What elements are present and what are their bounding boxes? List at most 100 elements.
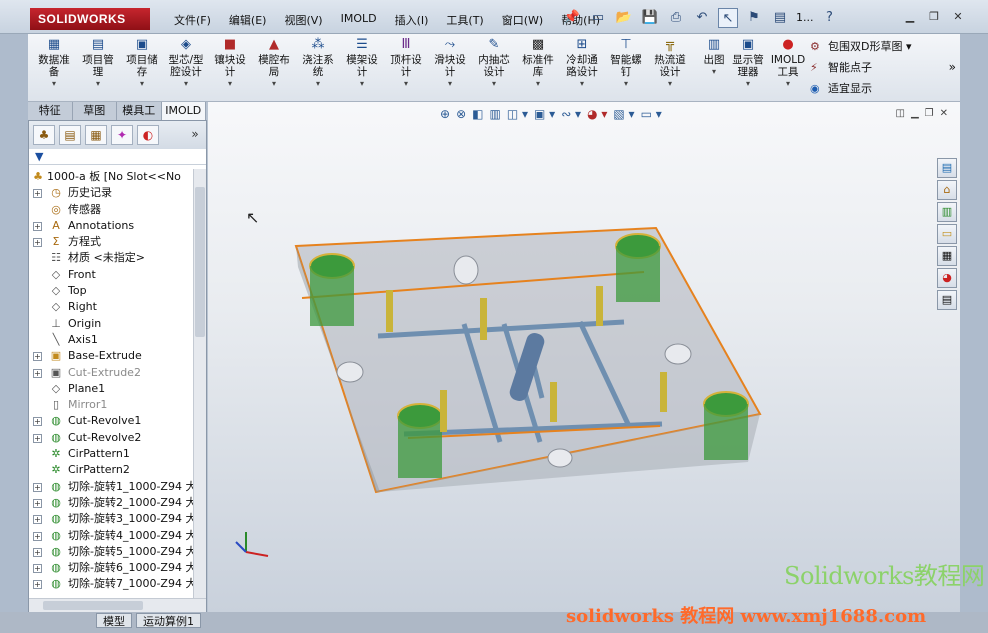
expand-toggle-icon[interactable]: + (33, 564, 42, 574)
expand-toggle-icon[interactable]: + (33, 189, 42, 199)
open-folder-icon[interactable]: 📂 (614, 8, 634, 28)
tree-item[interactable]: + ◍ 切除-旋转3_1000-Z94 大 (29, 511, 193, 527)
expand-toggle-icon[interactable]: + (33, 580, 42, 590)
tree-horizontal-scrollbar[interactable] (29, 598, 206, 612)
tree-item[interactable]: ⊥ Origin (29, 316, 193, 332)
menu-view[interactable]: 视图(V) (275, 12, 331, 28)
ribbon-hot-runner-button[interactable]: ╦ 热流道设计 ▾ (650, 37, 690, 90)
tree-item[interactable]: + ◍ 切除-旋转7_1000-Z94 大 (29, 576, 193, 592)
expand-toggle-icon[interactable]: + (33, 221, 42, 231)
expand-toggle-icon[interactable]: + (33, 515, 42, 525)
minimize-icon[interactable]: ▁ (902, 10, 918, 24)
new-document-icon[interactable]: ▭ (588, 8, 608, 28)
ribbon-display-manager-button[interactable]: ▣ 显示管理器 ▾ (728, 37, 768, 90)
library-icon[interactable]: ▥ (937, 202, 957, 222)
ribbon-smart-screw-button[interactable]: ⊤ 智能螺钉 ▾ (606, 37, 646, 90)
tree-item[interactable]: ◇ Front (29, 267, 193, 283)
ribbon-feed-system-button[interactable]: ⁂ 浇注系统 ▾ (298, 37, 338, 90)
tab-motion-study[interactable]: 运动算例1 (136, 613, 201, 628)
pin-icon[interactable]: 📌 (562, 8, 582, 28)
tree-item[interactable]: + ◍ 切除-旋转5_1000-Z94 大 (29, 544, 193, 560)
expand-toggle-icon[interactable]: + (33, 531, 42, 541)
expand-toggle-icon[interactable]: + (33, 238, 42, 248)
ribbon-imold-tools-button[interactable]: ● IMOLD工具 ▾ (768, 37, 808, 90)
menu-edit[interactable]: 编辑(E) (220, 12, 276, 28)
smart-point-command[interactable]: ⚡ 智能点子 (810, 57, 912, 78)
display-tab-icon[interactable]: ◐ (137, 125, 159, 145)
tree-vertical-scrollbar[interactable] (193, 169, 206, 599)
tab-sketch[interactable]: 草图 (73, 102, 117, 120)
tree-item[interactable]: + A Annotations (29, 218, 193, 234)
tree-item[interactable]: + ◍ 切除-旋转4_1000-Z94 大 (29, 528, 193, 544)
options-icon[interactable]: ▤ (770, 8, 790, 28)
solidworks-logo[interactable]: SOLIDWORKS (30, 8, 150, 30)
ribbon-mold-base-button[interactable]: ☰ 模架设计 ▾ (342, 37, 382, 90)
tree-item[interactable]: + ◍ 切除-旋转6_1000-Z94 大 (29, 560, 193, 576)
undo-icon[interactable]: ↶ (692, 8, 712, 28)
restore-icon[interactable]: ❐ (926, 10, 942, 24)
tree-item[interactable]: + ◍ Cut-Revolve2 (29, 430, 193, 446)
ribbon-slider-button[interactable]: ⤳ 滑块设计 ▾ (430, 37, 470, 90)
save-icon[interactable]: 💾 (640, 8, 660, 28)
tab-mold-tools[interactable]: 模具工具 (117, 102, 162, 134)
tree-item[interactable]: + ◍ 切除-旋转1_1000-Z94 大 (29, 479, 193, 495)
tree-item[interactable]: ◇ Right (29, 299, 193, 315)
tree-item[interactable]: ✲ CirPattern1 (29, 446, 193, 462)
tree-item[interactable]: ╲ Axis1 (29, 332, 193, 348)
property-tab-icon[interactable]: ▤ (59, 125, 81, 145)
expand-toggle-icon[interactable]: + (33, 368, 42, 378)
ribbon-standard-parts-button[interactable]: ▩ 标准件库 ▾ (518, 37, 558, 90)
ribbon-core-cavity-button[interactable]: ◈ 型芯/型腔设计 ▾ (166, 37, 206, 90)
menu-tools[interactable]: 工具(T) (437, 12, 492, 28)
tree-item[interactable]: + ▣ Cut-Extrude2 (29, 365, 193, 381)
tree-item[interactable]: + ◷ 历史记录 (29, 185, 193, 201)
ribbon-data-prep-button[interactable]: ▦ 数据准备 ▾ (34, 37, 74, 90)
graphics-viewport[interactable]: ⊕ ⊗ ◧ ▥ ◫ ▾ ▣ ▾ ∾ ▾ ◕ ▾ ▧ ▾ ▭ ▾ ◫ ▁ ❐ ✕ (208, 102, 960, 612)
ribbon-insert-design-button[interactable]: ■ 镶块设计 ▾ (210, 37, 250, 90)
tree-item[interactable]: + ◍ Cut-Revolve1 (29, 413, 193, 429)
menu-file[interactable]: 文件(F) (165, 12, 220, 28)
panel-more-icon[interactable]: » (184, 125, 206, 145)
tab-model[interactable]: 模型 (96, 613, 132, 628)
select-pointer-icon[interactable]: ↖ (718, 8, 738, 28)
tree-item[interactable]: + Σ 方程式 (29, 234, 193, 250)
dimxpert-tab-icon[interactable]: ✦ (111, 125, 133, 145)
appearance-pane-icon[interactable]: ◕ (937, 268, 957, 288)
tree-item[interactable]: ☷ 材质 <未指定> (29, 250, 193, 266)
ribbon-ejector-button[interactable]: Ⅲ 顶杆设计 ▾ (386, 37, 426, 90)
tree-filter[interactable]: ▼ (29, 149, 206, 165)
expand-toggle-icon[interactable]: + (33, 498, 42, 508)
print-icon[interactable]: ⎙ (666, 8, 686, 28)
home-icon[interactable]: ⌂ (937, 180, 957, 200)
folder-icon[interactable]: ▭ (937, 224, 957, 244)
tab-imold[interactable]: IMOLD (161, 102, 206, 120)
ribbon-lifter-button[interactable]: ✎ 内抽芯设计 ▾ (474, 37, 514, 90)
menu-insert[interactable]: 插入(I) (386, 12, 438, 28)
fit-display-command[interactable]: ◉ 适宜显示 (810, 78, 912, 99)
tree-root[interactable]: ♣ 1000-a 板 [No Slot<<No (29, 169, 193, 185)
counter-label[interactable]: 1... (796, 8, 814, 28)
expand-toggle-icon[interactable]: + (33, 352, 42, 362)
expand-toggle-icon[interactable]: + (33, 417, 42, 427)
tree-item[interactable]: + ▣ Base-Extrude (29, 348, 193, 364)
ribbon-expand-icon[interactable]: » (949, 60, 956, 74)
help-icon[interactable]: ? (820, 8, 840, 28)
feature-tree-tab-icon[interactable]: ♣ (33, 125, 55, 145)
bounding-sketch-command[interactable]: ⚙ 包围双D形草图 ▾ (810, 36, 912, 57)
scroll-thumb[interactable] (195, 187, 205, 337)
close-icon[interactable]: ✕ (950, 10, 966, 24)
ribbon-cavity-layout-button[interactable]: ▲ 模腔布局 ▾ (254, 37, 294, 90)
ribbon-project-save-button[interactable]: ▣ 项目储存 ▾ (122, 37, 162, 90)
custom-props-icon[interactable]: ▤ (937, 290, 957, 310)
h-scroll-thumb[interactable] (43, 601, 143, 610)
expand-toggle-icon[interactable]: + (33, 433, 42, 443)
tree-item[interactable]: ▯ Mirror1 (29, 397, 193, 413)
ribbon-cooling-button[interactable]: ⊞ 冷却通路设计 ▾ (562, 37, 602, 90)
view-palette-icon[interactable]: ▦ (937, 246, 957, 266)
expand-toggle-icon[interactable]: + (33, 547, 42, 557)
tree-item[interactable]: ✲ CirPattern2 (29, 462, 193, 478)
menu-imold[interactable]: IMOLD (332, 12, 386, 28)
menu-window[interactable]: 窗口(W) (493, 12, 552, 28)
tree-item[interactable]: ◎ 传感器 (29, 202, 193, 218)
tab-features[interactable]: 特征 (28, 102, 73, 120)
